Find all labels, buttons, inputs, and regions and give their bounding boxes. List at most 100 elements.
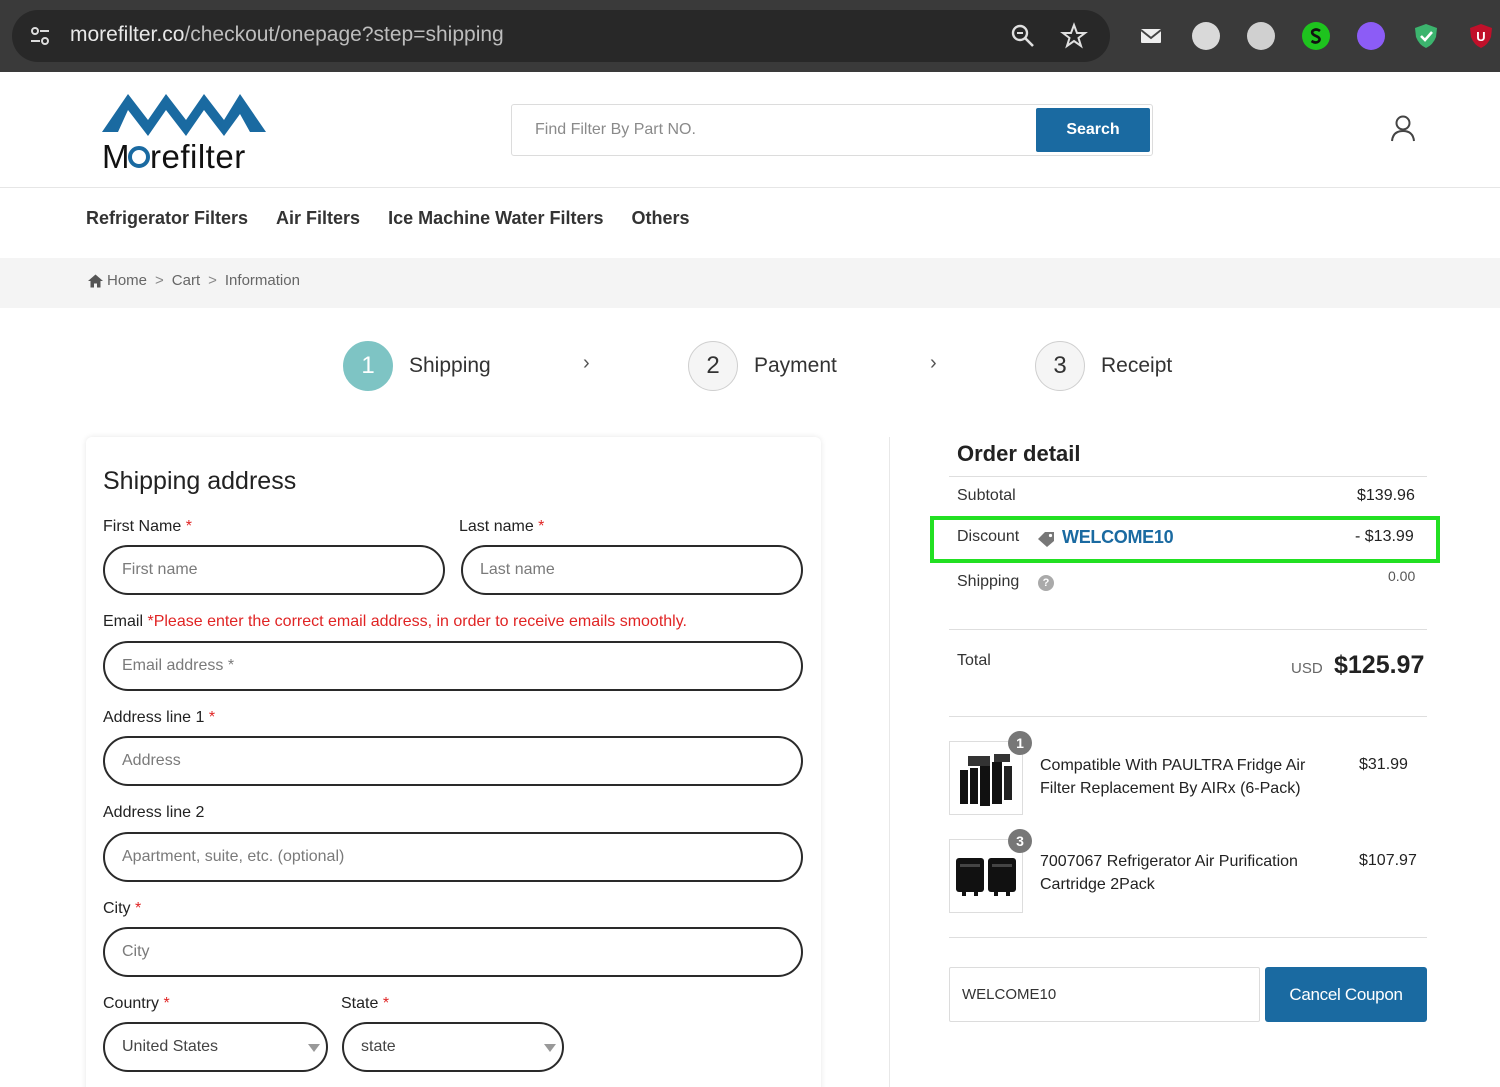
subtotal-label: Subtotal xyxy=(957,487,1016,504)
address-line2-field[interactable] xyxy=(103,832,803,882)
header-divider xyxy=(0,187,1500,188)
nav-ice-machine-water-filters[interactable]: Ice Machine Water Filters xyxy=(388,208,603,229)
shipping-value: 0.00 xyxy=(1388,568,1416,584)
step-payment: 2 Payment xyxy=(688,341,837,391)
breadcrumb-cart[interactable]: Cart xyxy=(172,272,200,289)
address-bar[interactable]: morefilter.co/checkout/onepage?step=ship… xyxy=(12,10,1110,62)
shipping-address-title: Shipping address xyxy=(103,467,297,495)
part-search-input[interactable] xyxy=(512,105,1034,155)
url-host: morefilter.co xyxy=(70,23,185,46)
site-settings-icon[interactable] xyxy=(28,24,52,48)
morefilter-logo[interactable]: M refilter xyxy=(100,88,270,174)
state-select-value: state xyxy=(361,1038,396,1055)
subtotal-value: $139.96 xyxy=(1357,487,1415,504)
step-label: Shipping xyxy=(409,354,491,377)
nav-air-filters[interactable]: Air Filters xyxy=(276,208,360,229)
nav-refrigerator-filters[interactable]: Refrigerator Filters xyxy=(86,208,248,229)
email-label: Email *Please enter the correct email ad… xyxy=(103,613,687,631)
breadcrumb-separator: > xyxy=(155,272,164,289)
required-mark: * xyxy=(185,518,192,535)
item-name: 7007067 Refrigerator Air Purification Ca… xyxy=(1040,853,1298,893)
first-name-label: First Name * xyxy=(103,518,192,536)
country-label: Country * xyxy=(103,995,170,1013)
step-number: 1 xyxy=(343,341,393,391)
required-mark: * xyxy=(538,518,545,535)
chevron-down-icon xyxy=(308,1044,320,1052)
currency-label: USD xyxy=(1291,660,1323,677)
bookmark-star-icon[interactable] xyxy=(1060,22,1088,50)
required-mark: * xyxy=(208,709,216,726)
zoom-icon[interactable] xyxy=(1010,23,1036,49)
url-text[interactable]: morefilter.co/checkout/onepage?step=ship… xyxy=(70,23,504,47)
discount-code: WELCOME10 xyxy=(1062,527,1174,547)
quantity-badge: 1 xyxy=(1008,731,1032,755)
last-name-field[interactable] xyxy=(461,545,803,595)
coupon-code-input[interactable] xyxy=(949,967,1260,1022)
divider xyxy=(949,716,1427,717)
column-divider xyxy=(889,437,890,1087)
chevron-down-icon xyxy=(544,1044,556,1052)
user-account-icon[interactable] xyxy=(1390,114,1416,142)
search-bar: Search xyxy=(511,104,1153,156)
svg-text:refilter: refilter xyxy=(150,138,246,174)
address-line2-label: Address line 2 xyxy=(103,804,205,821)
shipping-label: Shipping xyxy=(957,573,1020,590)
step-chevron-icon: › xyxy=(930,352,937,374)
ublock-extension-icon[interactable]: U xyxy=(1467,22,1495,50)
state-select[interactable]: state xyxy=(342,1022,564,1072)
step-shipping: 1 Shipping xyxy=(343,341,491,391)
purple-extension-icon[interactable] xyxy=(1357,22,1385,50)
divider xyxy=(949,629,1427,630)
step-chevron-icon: › xyxy=(583,352,590,374)
tag-icon xyxy=(1038,532,1054,547)
cancel-coupon-button[interactable]: Cancel Coupon xyxy=(1265,967,1427,1022)
step-label: Payment xyxy=(754,354,837,377)
email-field[interactable] xyxy=(103,641,803,691)
item-price: $107.97 xyxy=(1359,852,1417,869)
item-price: $31.99 xyxy=(1359,756,1408,773)
svg-text:M: M xyxy=(102,138,130,174)
breadcrumb: Home > Cart > Information xyxy=(0,258,1500,308)
help-icon[interactable]: ? xyxy=(1038,575,1054,591)
email-note: *Please enter the correct email address,… xyxy=(147,613,687,630)
step-label: Receipt xyxy=(1101,354,1173,377)
discount-value: - $13.99 xyxy=(1355,528,1414,545)
home-icon xyxy=(88,274,103,287)
city-label: City * xyxy=(103,900,141,918)
country-select-value: United States xyxy=(122,1038,219,1055)
first-name-field[interactable] xyxy=(103,545,445,595)
city-field[interactable] xyxy=(103,927,803,977)
m-extension-icon[interactable] xyxy=(1192,22,1220,50)
mail-extension-icon[interactable] xyxy=(1137,22,1165,50)
search-button[interactable]: Search xyxy=(1036,108,1150,152)
breadcrumb-home[interactable]: Home xyxy=(107,272,147,289)
step-number: 3 xyxy=(1035,341,1085,391)
s-extension-icon[interactable] xyxy=(1302,22,1330,50)
last-name-label-text: Last name xyxy=(459,518,534,535)
required-mark: * xyxy=(382,995,390,1012)
url-path: /checkout/onepage?step=shipping xyxy=(184,23,504,46)
email-label-text: Email xyxy=(103,613,144,630)
browser-toolbar: morefilter.co/checkout/onepage?step=ship… xyxy=(0,0,1500,72)
shipping-address-card: Shipping address First Name * Last name … xyxy=(86,437,821,1087)
order-detail-title: Order detail xyxy=(957,441,1081,466)
required-mark: * xyxy=(135,900,142,917)
main-navigation: Refrigerator Filters Air Filters Ice Mac… xyxy=(86,208,718,229)
city-label-text: City xyxy=(103,900,131,917)
state-label-text: State xyxy=(341,995,379,1012)
total-label: Total xyxy=(957,652,991,669)
country-select[interactable]: United States xyxy=(103,1022,328,1072)
c-extension-icon[interactable] xyxy=(1247,22,1275,50)
required-mark: * xyxy=(163,995,170,1012)
item-name: Compatible With PAULTRA Fridge Air Filte… xyxy=(1040,757,1306,797)
shield-extension-icon[interactable] xyxy=(1412,22,1440,50)
address-line1-field[interactable] xyxy=(103,736,803,786)
divider xyxy=(949,937,1427,938)
total-value: $125.97 xyxy=(1334,651,1425,679)
breadcrumb-information: Information xyxy=(224,272,300,289)
nav-others[interactable]: Others xyxy=(631,208,689,229)
step-number: 2 xyxy=(688,341,738,391)
country-label-text: Country xyxy=(103,995,160,1012)
address-line1-label-text: Address line 1 xyxy=(103,709,205,726)
quantity-badge: 3 xyxy=(1008,829,1032,853)
